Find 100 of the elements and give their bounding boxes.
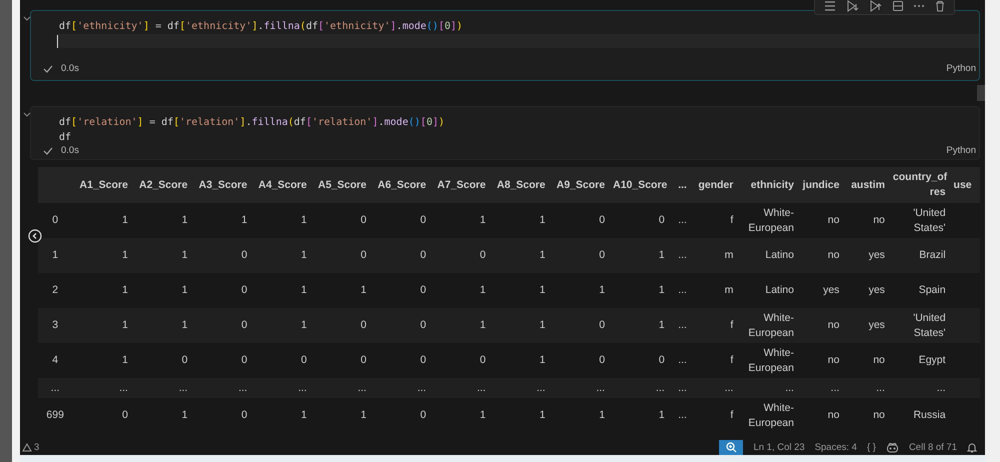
- table-cell: White-European: [748, 402, 794, 428]
- table-cell: 0: [360, 214, 366, 226]
- table-cell: ...: [830, 382, 840, 394]
- cursor-position[interactable]: Ln 1, Col 23: [753, 442, 805, 453]
- table-cell: ...: [876, 382, 885, 394]
- table-cell: f: [730, 354, 734, 366]
- language-braces[interactable]: { }: [866, 442, 876, 453]
- table-cell: ...: [178, 382, 188, 394]
- table-cell: Egypt: [918, 354, 946, 366]
- table-cell: 0: [658, 214, 665, 226]
- table-cell: ...: [785, 382, 794, 394]
- table-cell: ...: [678, 214, 687, 226]
- table-cell: 1: [182, 214, 188, 226]
- table-cell: 0: [658, 354, 665, 366]
- table-cell: no: [873, 354, 885, 366]
- table-cell: ...: [936, 382, 946, 394]
- language-label[interactable]: Python: [946, 145, 976, 156]
- table-cell: 0: [360, 354, 366, 366]
- execute-above-icon[interactable]: [846, 0, 860, 12]
- table-cell: 0: [360, 249, 366, 261]
- table-cell: 1: [122, 354, 128, 366]
- search-button[interactable]: [719, 440, 744, 455]
- table-cell: 0: [480, 354, 486, 366]
- warnings-indicator[interactable]: 3: [20, 442, 40, 453]
- table-cell: f: [730, 409, 734, 421]
- table-cell: 0: [241, 354, 248, 366]
- table-cell: no: [828, 409, 840, 421]
- collapse-chevron-icon[interactable]: [23, 16, 31, 22]
- table-cell: 1: [599, 284, 605, 296]
- table-cell: 0: [480, 249, 486, 261]
- table-cell: Latino: [765, 249, 794, 261]
- row-index: 3: [52, 319, 58, 331]
- language-label[interactable]: Python: [946, 63, 976, 74]
- table-cell: yes: [868, 319, 885, 331]
- table-cell: 1: [658, 284, 665, 296]
- code-cell[interactable]: df['relation'] = df['relation'].fillna(df['relation'].mode()[0]) df 0.0s Python: [30, 106, 980, 160]
- table-cell: Russia: [913, 409, 946, 421]
- table-cell: 1: [182, 319, 188, 331]
- table-cell: 1: [480, 409, 486, 421]
- cell-counter[interactable]: Cell 8 of 71: [908, 442, 957, 453]
- code-cell[interactable]: df['ethnicity'] = df['ethnicity'].fillna(df['ethnicity'].mode()[0]) 0.0s Python: [30, 10, 980, 81]
- indentation-setting[interactable]: Spaces: 4: [814, 442, 857, 453]
- code-line: df: [59, 131, 72, 145]
- table-cell: 1: [480, 284, 486, 296]
- execute-below-icon[interactable]: [869, 0, 883, 12]
- table-cell: 1: [480, 319, 486, 331]
- bell-icon[interactable]: [967, 442, 977, 453]
- code-line: df['relation'] = df['relation'].fillna(df['relation'].mode()[0]): [59, 116, 446, 130]
- table-cell: White-European: [748, 346, 794, 374]
- table-cell: 0: [241, 409, 248, 421]
- row-index: 699: [46, 409, 64, 421]
- table-cell: ...: [678, 249, 687, 261]
- table-cell: White-European: [748, 206, 794, 234]
- table-cell: m: [724, 249, 734, 261]
- table-cell: ...: [678, 319, 687, 331]
- table-cell: 1: [122, 284, 128, 296]
- table-cell: no: [828, 249, 840, 261]
- table-cell: ...: [476, 382, 486, 394]
- table-cell: Latino: [765, 284, 794, 296]
- table-cell: yes: [868, 249, 885, 261]
- table-cell: no: [828, 319, 840, 331]
- trash-icon[interactable]: [934, 0, 946, 12]
- table-cell: 1: [540, 249, 546, 261]
- table-cell: m: [724, 284, 734, 296]
- table-cell: 0: [241, 319, 248, 331]
- table-cell: no: [873, 409, 885, 421]
- table-cell: 1: [540, 354, 546, 366]
- scroll-left-icon[interactable]: [28, 229, 42, 243]
- execution-time: 0.0s: [61, 145, 79, 156]
- table-cell: 0: [122, 409, 128, 421]
- table-cell: ...: [678, 382, 687, 394]
- table-cell: ...: [417, 382, 426, 394]
- row-index: 1: [52, 249, 58, 261]
- table-cell: 0: [241, 284, 248, 296]
- table-cell: ...: [678, 354, 687, 366]
- table-cell: 1: [658, 409, 665, 421]
- table-cell: 1: [301, 319, 307, 331]
- table-cell: ...: [358, 382, 366, 394]
- execution-time: 0.0s: [61, 63, 79, 74]
- table-cell: 0: [420, 354, 426, 366]
- table-cell: 1: [301, 214, 307, 226]
- table-cell: 1: [599, 409, 605, 421]
- row-index: ...: [50, 382, 60, 394]
- collapse-chevron-icon[interactable]: [23, 112, 31, 118]
- table-cell: no: [873, 214, 885, 226]
- table-cell: 1: [658, 249, 665, 261]
- table-cell: 0: [420, 319, 426, 331]
- table-cell: no: [828, 214, 840, 226]
- table-cell: ...: [596, 382, 605, 394]
- split-cell-icon[interactable]: [892, 0, 904, 12]
- table-cell: 0: [182, 354, 188, 366]
- table-cell: Spain: [918, 284, 946, 296]
- table-cell: ...: [298, 382, 307, 394]
- table-cell: 0: [420, 409, 426, 421]
- scrollbar-thumb[interactable]: [977, 85, 985, 101]
- copilot-icon[interactable]: [886, 442, 899, 453]
- table-cell: 1: [241, 214, 248, 226]
- table-cell: 1: [301, 409, 307, 421]
- table-cell: ...: [678, 409, 687, 421]
- table-cell: 0: [301, 354, 307, 366]
